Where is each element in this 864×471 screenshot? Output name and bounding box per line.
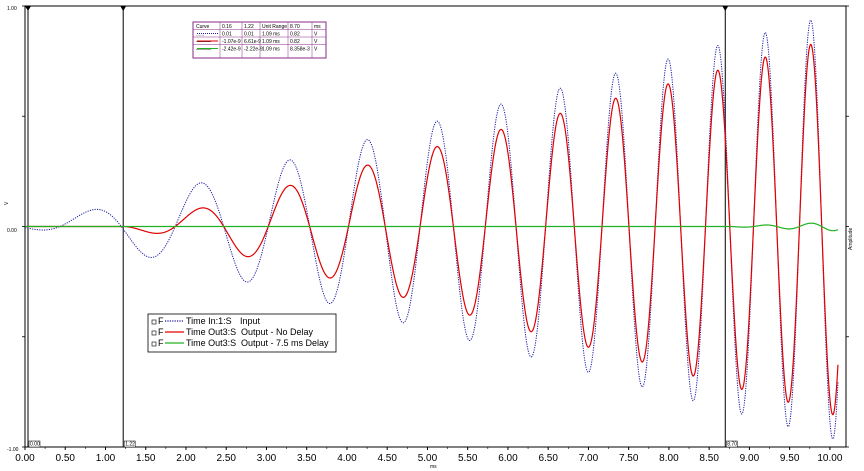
table-cell: 0.82 xyxy=(290,39,300,45)
table-cell: 1.09 ms xyxy=(262,47,280,53)
table-cell: 1.09 ms xyxy=(262,39,280,45)
x-tick-label: 8.50 xyxy=(699,453,719,464)
x-tick-label: 3.00 xyxy=(257,453,277,464)
y-axis-label-left: V xyxy=(4,201,10,205)
legend-series-name: Output - No Delay xyxy=(241,327,314,337)
x-tick-label: 2.00 xyxy=(176,453,196,464)
legend-checkbox xyxy=(151,319,157,325)
legend-checkbox xyxy=(151,330,157,336)
table-header-cell: 0.16 xyxy=(222,24,232,30)
x-tick-label: 0.00 xyxy=(15,453,35,464)
cursor-label: 1.22 xyxy=(125,442,135,448)
x-tick-label: 4.50 xyxy=(377,453,397,464)
x-tick-label: 3.50 xyxy=(297,453,317,464)
table-cell: -1.07e-9 xyxy=(222,39,241,45)
table-cell: 1.09 ms xyxy=(262,32,280,38)
legend-series-name: Output - 7.5 ms Delay xyxy=(241,338,329,348)
x-tick-label: 4.00 xyxy=(337,453,357,464)
table-cell: 8.358e-3 xyxy=(290,47,310,53)
y-tick-top: 1.00 xyxy=(7,6,17,12)
table-cell: 6.61e-9 xyxy=(244,39,261,45)
x-tick-label: 1.00 xyxy=(96,453,116,464)
y-axis-label-right: Amplitude xyxy=(848,228,854,250)
table-cell: ——— xyxy=(196,47,211,53)
x-tick-label: 2.50 xyxy=(216,453,236,464)
y-tick-bottom: -1.00 xyxy=(7,447,19,453)
cursor-label: 8.70 xyxy=(727,442,737,448)
x-tick-label: 9.50 xyxy=(780,453,800,464)
table-header-cell: Curve xyxy=(196,24,210,30)
legend-series-name: Input xyxy=(240,316,261,326)
x-tick-label: 1.50 xyxy=(136,453,156,464)
table-cell: ...... xyxy=(196,32,204,38)
x-tick-label: 5.00 xyxy=(418,453,438,464)
x-tick-label: 8.00 xyxy=(659,453,679,464)
table-cell: ——— xyxy=(196,39,211,45)
table-header-cell: 1.22 xyxy=(244,24,254,30)
table-cell: 0.01 xyxy=(244,32,254,38)
legend-flag: F xyxy=(158,316,164,326)
legend-flag: F xyxy=(158,327,164,337)
x-tick-label: 0.50 xyxy=(56,453,76,464)
x-tick-label: 9.00 xyxy=(740,453,760,464)
legend-trace: Time Out3:S xyxy=(186,338,236,348)
x-tick-label: 5.50 xyxy=(458,453,478,464)
table-cell: -2.42e-9 xyxy=(222,47,241,53)
table-header-cell: ms xyxy=(314,24,321,30)
x-tick-label: 6.50 xyxy=(538,453,558,464)
legend: F Time In:1:S Input F Time Out3:S Output - No… xyxy=(147,313,337,353)
cursor-table: Curve 0.16 1.22 Unit Range 8.70 ms...... 0.01 0… xyxy=(192,21,327,59)
legend-trace: Time Out3:S xyxy=(186,327,236,337)
x-tick-label: 7.50 xyxy=(619,453,639,464)
chart-plot: 0.00 1.22 8.70 0.00 0.50 1.00 1.50 2.00 2.50 3.0… xyxy=(4,5,854,470)
table-cell: 0.01 xyxy=(222,32,232,38)
legend-trace: Time In:1:S xyxy=(186,316,232,326)
table-header-cell: 8.70 xyxy=(290,24,300,30)
table-header-cell: Unit Range xyxy=(262,24,287,30)
legend-checkbox xyxy=(151,341,157,347)
cursor-label: 0.00 xyxy=(30,442,40,448)
legend-flag: F xyxy=(158,338,164,348)
table-cell: 0.82 xyxy=(290,32,300,38)
x-tick-label: 7.00 xyxy=(579,453,599,464)
x-axis-label: ms xyxy=(430,464,437,470)
x-tick-label: 6.00 xyxy=(498,453,518,464)
x-tick-label: 10.00 xyxy=(817,453,842,464)
y-tick-mid: 0.00 xyxy=(7,228,17,234)
